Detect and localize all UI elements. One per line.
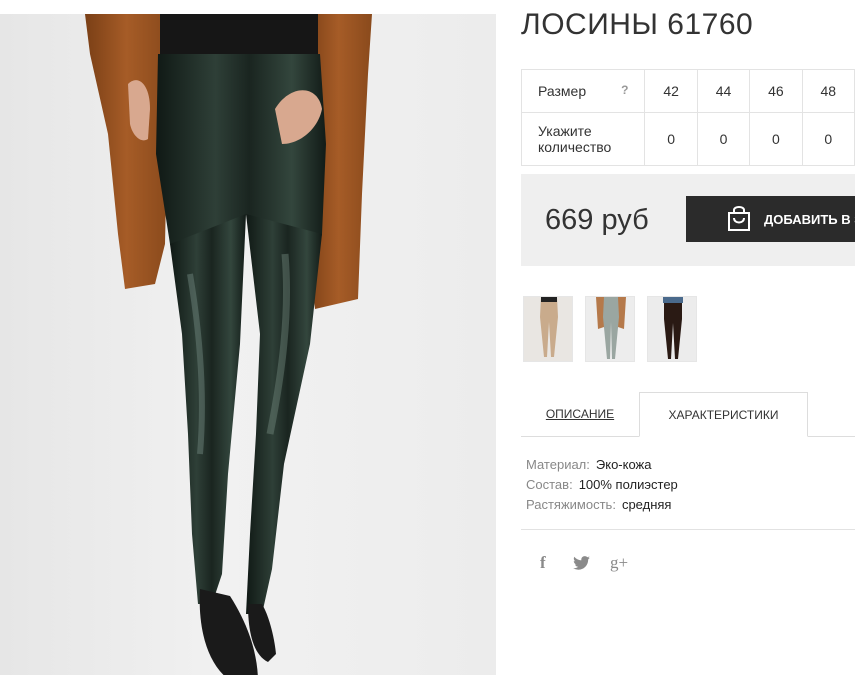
- divider: [521, 529, 855, 530]
- spec-row-composition: Состав: 100% полиэстер: [526, 475, 678, 495]
- specs-list: Материал: Эко-кожа Состав: 100% полиэстер …: [526, 455, 678, 515]
- product-photo[interactable]: [0, 14, 496, 675]
- add-to-cart-button[interactable]: ДОБАВИТЬ В З: [686, 196, 855, 242]
- twitter-icon[interactable]: [573, 556, 590, 575]
- size-44: 44: [696, 69, 751, 113]
- thumbnail-black[interactable]: [647, 296, 697, 362]
- quantity-input-46[interactable]: 0: [749, 112, 803, 166]
- spec-value: Эко-кожа: [595, 457, 652, 472]
- spec-key: Растяжимость:: [526, 497, 616, 512]
- tab-characteristics[interactable]: ХАРАКТЕРИСТИКИ: [639, 392, 808, 437]
- quantity-input-48[interactable]: 0: [801, 112, 855, 166]
- size-48: 48: [801, 69, 855, 113]
- google-plus-icon[interactable]: g+: [610, 553, 628, 573]
- quantity-input-44[interactable]: 0: [696, 112, 751, 166]
- spec-key: Материал:: [526, 457, 590, 472]
- thumbnail-grey[interactable]: [585, 296, 635, 362]
- price-box: 669 руб ДОБАВИТЬ В З: [521, 174, 855, 266]
- size-42: 42: [644, 69, 698, 113]
- quantity-label-line1: Укажите: [538, 123, 592, 139]
- product-title: ЛОСИНЫ 61760: [521, 8, 754, 41]
- tab-description[interactable]: ОПИСАНИЕ: [521, 392, 639, 436]
- size-46: 46: [749, 69, 803, 113]
- grey-leggings-thumbnail-icon: [586, 297, 634, 361]
- facebook-icon[interactable]: f: [540, 553, 546, 573]
- size-table: Размер ? 42 44 46 48 Укажите количество …: [520, 69, 855, 166]
- spec-row-material: Материал: Эко-кожа: [526, 455, 678, 475]
- size-help-icon[interactable]: ?: [621, 83, 628, 97]
- spec-value: средняя: [621, 497, 672, 512]
- spec-row-stretch: Растяжимость: средняя: [526, 495, 678, 515]
- price: 669 руб: [545, 204, 649, 236]
- quantity-label-line2: количество: [538, 139, 612, 155]
- quantity-input-42[interactable]: 0: [644, 112, 698, 166]
- shopping-bag-icon: [726, 204, 752, 235]
- thumbnail-beige[interactable]: [523, 296, 573, 362]
- spec-key: Состав:: [526, 477, 573, 492]
- leggings-illustration: [85, 14, 372, 675]
- spec-value: 100% полиэстер: [578, 477, 678, 492]
- quantity-row: Укажите количество 0 0 0 0: [520, 112, 855, 166]
- add-to-cart-label: ДОБАВИТЬ В З: [764, 211, 855, 227]
- quantity-label-cell: Укажите количество: [520, 112, 646, 166]
- product-tabs: ОПИСАНИЕ ХАРАКТЕРИСТИКИ: [521, 392, 855, 438]
- size-row: Размер ? 42 44 46 48: [520, 69, 855, 113]
- beige-leggings-thumbnail-icon: [524, 297, 572, 361]
- size-label: Размер: [538, 83, 587, 99]
- black-leggings-thumbnail-icon: [648, 297, 696, 361]
- size-label-cell: Размер ?: [520, 69, 646, 113]
